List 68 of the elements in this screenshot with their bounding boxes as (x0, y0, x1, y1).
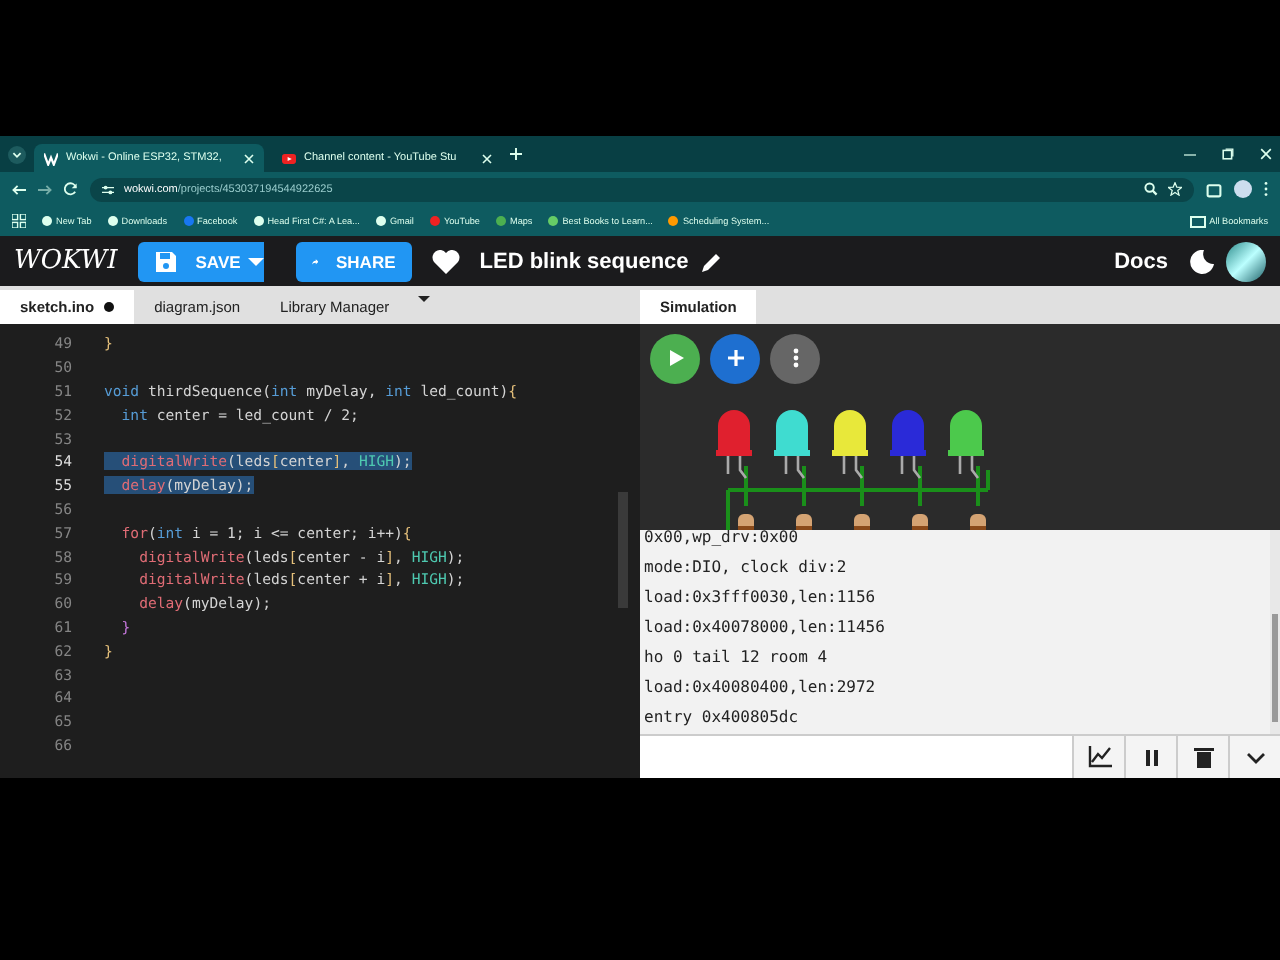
resistor (738, 513, 754, 529)
bookmark-icon (429, 216, 440, 226)
moon-icon[interactable] (1190, 249, 1214, 273)
plotter-icon[interactable] (1072, 736, 1124, 778)
extensions-icon[interactable] (1206, 181, 1222, 197)
profile-avatar-icon[interactable] (1234, 180, 1252, 198)
scrollbar[interactable] (618, 492, 628, 608)
trash-icon[interactable] (1176, 736, 1228, 778)
forward-icon[interactable] (38, 183, 52, 195)
site-settings-icon[interactable] (102, 183, 114, 195)
bookmark-icon (496, 216, 506, 226)
youtube-icon (282, 153, 296, 163)
save-options-caret-icon[interactable] (247, 257, 264, 265)
resistor (970, 513, 986, 529)
serial-output-line: load:0x3fff0030,len:1156 (644, 585, 878, 609)
wokwi-favicon-icon (44, 151, 58, 165)
reload-icon[interactable] (64, 182, 78, 196)
back-icon[interactable] (12, 183, 26, 195)
tab-search-icon[interactable] (8, 145, 26, 163)
more-tabs-caret-icon[interactable] (417, 296, 430, 302)
restore-icon[interactable] (1222, 148, 1234, 160)
close-icon[interactable] (244, 153, 254, 163)
unsaved-dot-icon (104, 302, 115, 312)
folder-icon (1189, 215, 1206, 227)
bookmark-icon (183, 216, 194, 226)
led[interactable] (890, 409, 926, 480)
project-title[interactable]: LED blink sequence (479, 249, 689, 273)
serial-output-line: entry 0x400805dc (644, 705, 801, 730)
scrollbar[interactable] (1270, 529, 1280, 735)
collapse-caret-icon[interactable] (1228, 736, 1280, 778)
serial-output-line: mode:DIO, clock div:2 (644, 555, 849, 579)
serial-output-line: ho 0 tail 12 room 4 (644, 645, 830, 669)
led[interactable] (774, 409, 810, 480)
play-button[interactable] (650, 333, 700, 384)
minimize-icon[interactable] (1184, 153, 1196, 155)
serial-output-line: 0x00,wp_drv:0x00 (644, 525, 801, 550)
play-icon (665, 348, 685, 369)
bookmark-icon (107, 216, 118, 226)
wokwi-logo[interactable]: WOKWI (14, 246, 118, 276)
zoom-icon[interactable] (1144, 182, 1158, 196)
new-tab-icon[interactable] (510, 148, 522, 160)
bookmark-icon (42, 216, 52, 226)
user-avatar-icon[interactable] (1226, 241, 1266, 281)
bookmark-icon (548, 216, 559, 226)
resistor (854, 513, 870, 529)
add-part-button[interactable] (710, 333, 760, 384)
floppy-icon (153, 249, 178, 273)
kebab-icon (791, 348, 799, 369)
bookmark-icon (253, 216, 264, 226)
resistor (912, 513, 928, 529)
heart-icon[interactable] (431, 249, 460, 273)
serial-output-line: load:0x40080400,len:2972 (644, 675, 878, 699)
led[interactable] (716, 409, 752, 480)
star-icon[interactable] (1168, 182, 1182, 196)
close-icon[interactable] (482, 153, 492, 163)
docs-link[interactable]: Docs (1114, 249, 1168, 273)
pause-icon[interactable] (1124, 736, 1176, 778)
pencil-icon[interactable] (700, 249, 725, 273)
plus-icon (725, 348, 745, 369)
bookmark-icon (668, 216, 679, 226)
resistor (796, 513, 812, 529)
led[interactable] (832, 409, 868, 480)
more-button[interactable] (770, 333, 820, 384)
led[interactable] (948, 409, 984, 480)
close-icon[interactable] (1260, 148, 1272, 160)
bookmark-icon (375, 216, 386, 226)
apps-icon[interactable] (12, 214, 26, 228)
serial-output-line: load:0x40078000,len:11456 (644, 615, 887, 639)
